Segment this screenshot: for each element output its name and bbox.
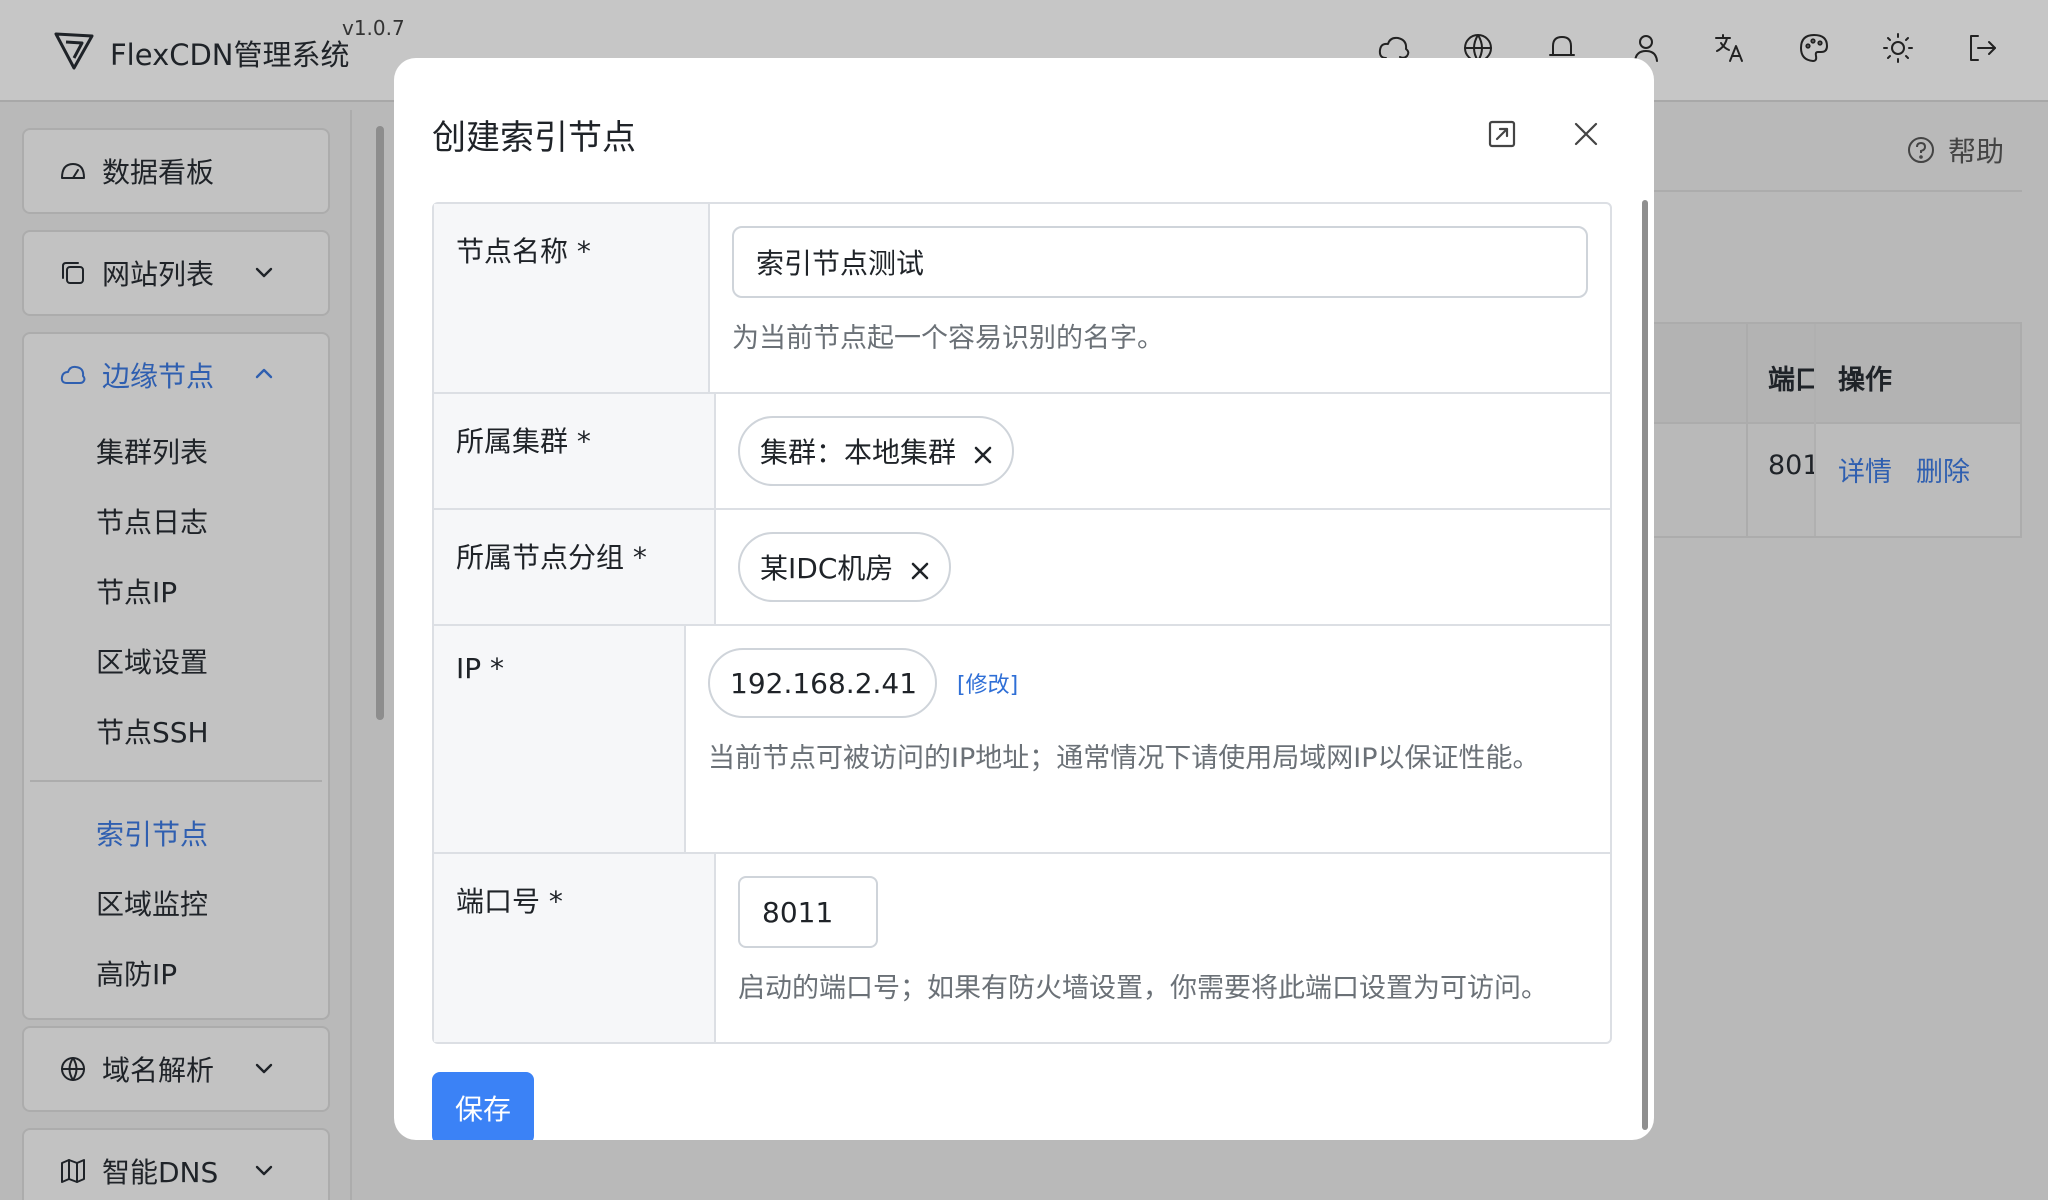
chevron-up-icon xyxy=(255,368,273,379)
help-label: 帮助 xyxy=(1948,135,2005,168)
sidebar-item-region-settings[interactable]: 区域设置 xyxy=(24,626,328,696)
sidebar-item-node-ip[interactable]: 节点IP xyxy=(24,556,328,626)
translate-icon[interactable] xyxy=(1712,30,1748,66)
sidebar-item-node-ssh[interactable]: 节点SSH xyxy=(24,696,328,766)
sidebar-item-index-nodes[interactable]: 索引节点 xyxy=(24,798,328,868)
chip-label: 某IDC机房 xyxy=(760,552,894,585)
node-name-input[interactable]: 索引节点测试 xyxy=(732,226,1588,298)
actions-column: 操作 详情 删除 xyxy=(1814,324,2020,536)
column-divider xyxy=(1746,324,1748,536)
sidebar-item-label: 智能DNS xyxy=(102,1156,219,1189)
field-help: 为当前节点起一个容易识别的名字。 xyxy=(732,323,1164,354)
sidebar-item-label: 网站列表 xyxy=(102,258,215,291)
form-row-ip: IP * 192.168.2.41 [修改] 当前节点可被访问的IP地址；通常情… xyxy=(434,626,1610,854)
sun-icon[interactable] xyxy=(1880,30,1916,66)
brand[interactable]: FlexCDN管理系统 xyxy=(52,26,350,74)
map-icon xyxy=(61,1159,85,1183)
sidebar-item-region-monitor[interactable]: 区域监控 xyxy=(24,868,328,938)
dashboard-icon xyxy=(61,163,85,179)
node-form: 节点名称 * 索引节点测试 为当前节点起一个容易识别的名字。 所属集群 * 集群… xyxy=(432,202,1612,1044)
field-help: 当前节点可被访问的IP地址；通常情况下请使用局域网IP以保证性能。 xyxy=(708,743,1540,774)
table-cell-port: 801 xyxy=(1768,450,1820,481)
edit-ip-link[interactable]: [修改] xyxy=(957,667,1018,699)
help-icon xyxy=(1908,137,1934,163)
field-label: IP * xyxy=(434,626,686,852)
sidebar-item-edge-nodes[interactable]: 边缘节点 xyxy=(24,334,328,416)
sidebar-item-dashboard[interactable]: 数据看板 xyxy=(22,128,330,214)
menu-divider xyxy=(30,780,322,782)
chip-label: 集群：本地集群 xyxy=(760,436,957,469)
chevron-down-icon xyxy=(255,1165,273,1176)
sidebar-item-node-logs[interactable]: 节点日志 xyxy=(24,486,328,556)
field-help: 启动的端口号；如果有防火墙设置，你需要将此端口设置为可访问。 xyxy=(738,973,1548,1004)
sidebar-item-ddos-ip[interactable]: 高防IP xyxy=(24,938,328,1008)
maximize-icon xyxy=(1488,120,1516,148)
form-row-group: 所属节点分组 * 某IDC机房 xyxy=(434,510,1610,626)
port-input[interactable]: 8011 xyxy=(738,876,878,948)
close-icon xyxy=(1574,122,1598,146)
field-label: 端口号 * xyxy=(434,854,716,1042)
help-link[interactable]: 帮助 xyxy=(1906,130,2004,170)
field-label: 所属集群 * xyxy=(434,394,716,508)
save-button[interactable]: 保存 xyxy=(432,1072,534,1140)
logout-icon[interactable] xyxy=(1964,30,2000,66)
dialog-scrollbar[interactable] xyxy=(1642,200,1648,1130)
sidebar-item-smart-dns[interactable]: 智能DNS xyxy=(22,1128,330,1200)
cloud-icon xyxy=(60,365,86,384)
content-divider xyxy=(1652,190,2022,192)
app-name: FlexCDN管理系统 xyxy=(110,38,350,72)
app-version: v1.0.7 xyxy=(342,16,405,40)
field-label: 所属节点分组 * xyxy=(434,510,716,624)
nodes-table: 端口 801 操作 详情 删除 xyxy=(1652,322,2022,538)
sidebar-scrollbar[interactable] xyxy=(376,126,384,720)
group-chip[interactable]: 某IDC机房 xyxy=(738,532,952,602)
palette-icon[interactable] xyxy=(1796,30,1832,66)
detail-link[interactable]: 详情 xyxy=(1838,450,1892,489)
delete-link[interactable]: 删除 xyxy=(1916,450,1970,489)
close-button[interactable] xyxy=(1564,112,1608,156)
copy-icon xyxy=(62,262,84,284)
sidebar-item-cluster-list[interactable]: 集群列表 xyxy=(24,416,328,486)
remove-icon[interactable] xyxy=(972,440,994,464)
chevron-down-icon xyxy=(255,1063,273,1074)
ip-value: 192.168.2.41 xyxy=(730,666,918,700)
ip-chip[interactable]: 192.168.2.41 xyxy=(708,648,938,718)
remove-icon[interactable] xyxy=(909,556,931,580)
create-index-node-dialog: 创建索引节点 节点名称 * 索引节点测试 为当前节点起一个容易识别的名字。 所属… xyxy=(394,58,1654,1140)
chevron-down-icon xyxy=(255,267,273,278)
dialog-title: 创建索引节点 xyxy=(432,118,636,158)
globe-icon xyxy=(61,1057,85,1081)
sidebar-item-websites[interactable]: 网站列表 xyxy=(22,230,330,316)
sidebar-divider xyxy=(350,110,352,1200)
maximize-button[interactable] xyxy=(1480,112,1524,156)
form-row-port: 端口号 * 8011 启动的端口号；如果有防火墙设置，你需要将此端口设置为可访问… xyxy=(434,854,1610,1042)
sidebar-group-edge-nodes: 边缘节点 集群列表 节点日志 节点IP 区域设置 节点SSH 索引节点 区域监控… xyxy=(22,332,330,1020)
logo-icon xyxy=(54,32,94,70)
sidebar-item-label: 边缘节点 xyxy=(102,360,215,393)
form-row-name: 节点名称 * 索引节点测试 为当前节点起一个容易识别的名字。 xyxy=(434,204,1610,394)
sidebar-item-dns[interactable]: 域名解析 xyxy=(22,1026,330,1112)
sidebar-item-label: 域名解析 xyxy=(102,1054,215,1087)
sidebar-item-label: 数据看板 xyxy=(102,156,215,189)
form-row-cluster: 所属集群 * 集群：本地集群 xyxy=(434,394,1610,510)
column-header-actions: 操作 xyxy=(1838,365,1892,396)
cluster-chip[interactable]: 集群：本地集群 xyxy=(738,416,1015,486)
field-label: 节点名称 * xyxy=(434,204,710,392)
